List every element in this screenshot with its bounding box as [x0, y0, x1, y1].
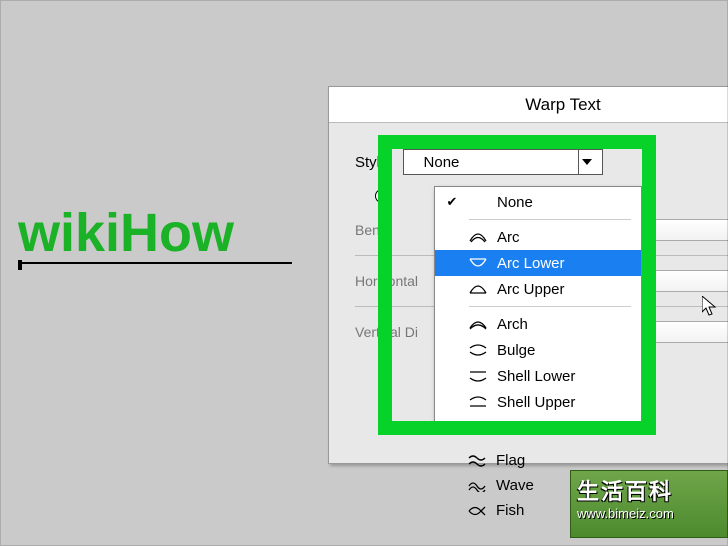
warp-arc-lower-icon [469, 256, 487, 270]
style-label: Style: [355, 154, 393, 171]
style-combo[interactable]: None [403, 149, 603, 175]
style-dropdown: ✔ None Arc Arc Lower Arc Upper Arch [434, 186, 642, 424]
dd-item-shell-lower[interactable]: Shell Lower [435, 363, 641, 389]
dd-label: None [497, 194, 533, 211]
divider [469, 219, 631, 220]
chevron-down-icon[interactable] [578, 150, 596, 174]
warp-arch-icon [469, 317, 487, 331]
dd-item-arc-lower[interactable]: Arc Lower [435, 250, 641, 276]
warp-bulge-icon [469, 343, 487, 357]
warp-wave-icon [468, 479, 486, 493]
divider [469, 306, 631, 307]
dialog-title: Warp Text [329, 87, 728, 123]
canvas-text[interactable]: wikiHow [18, 206, 292, 264]
warp-arc-icon [469, 230, 487, 244]
dd-label: Bulge [497, 342, 535, 359]
watermark: 生活百科 www.bimeiz.com [570, 470, 728, 538]
warp-shell-lower-icon [469, 369, 487, 383]
dd-label: Wave [496, 477, 534, 494]
dd-item-arch[interactable]: Arch [435, 311, 641, 337]
dd-label: Shell Upper [497, 394, 575, 411]
cursor-icon [702, 296, 718, 323]
check-icon: ✔ [445, 194, 459, 210]
dd-label: Arc [497, 229, 520, 246]
style-combo-value: None [424, 154, 460, 171]
warp-none-icon [469, 195, 487, 209]
dd-label: Arc Lower [497, 255, 565, 272]
warp-arc-upper-icon [469, 282, 487, 296]
dd-label: Shell Lower [497, 368, 575, 385]
dd-item-arc-upper[interactable]: Arc Upper [435, 276, 641, 302]
dd-item-bulge[interactable]: Bulge [435, 337, 641, 363]
warp-flag-icon [468, 454, 486, 468]
orientation-radio-horizontal[interactable] [375, 189, 389, 203]
dd-label: Flag [496, 452, 525, 469]
dd-item-none[interactable]: ✔ None [435, 189, 641, 215]
warp-fish-icon [468, 504, 486, 518]
watermark-title: 生活百科 [577, 474, 721, 506]
dd-label: Arc Upper [497, 281, 565, 298]
warp-shell-upper-icon [469, 395, 487, 409]
dd-label: Fish [496, 502, 524, 519]
watermark-url: www.bimeiz.com [577, 506, 721, 521]
dd-item-arc[interactable]: Arc [435, 224, 641, 250]
dd-label: Arch [497, 316, 528, 333]
dd-item-shell-upper[interactable]: Shell Upper [435, 389, 641, 415]
